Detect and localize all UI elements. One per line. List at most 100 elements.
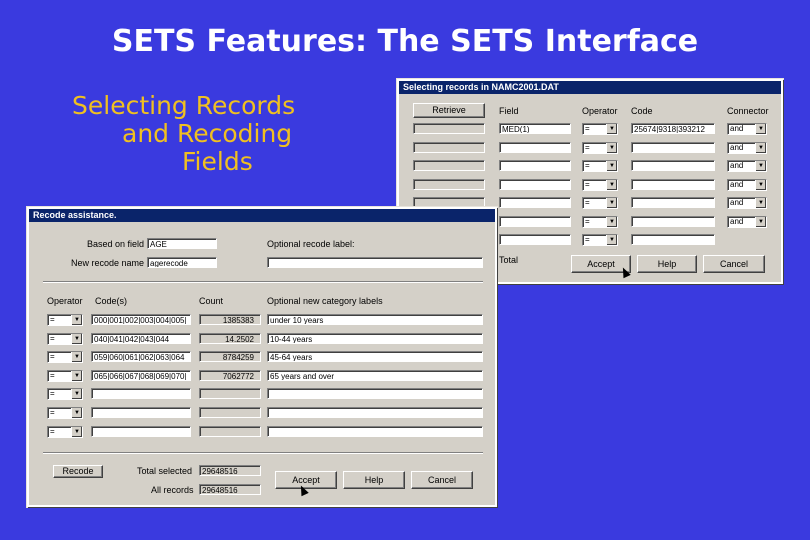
selection-operator-select[interactable]: = ▼ xyxy=(582,178,618,191)
slide-title: SETS Features: The SETS Interface xyxy=(111,24,699,59)
selection-connector-select[interactable]: and ▼ xyxy=(727,160,767,172)
chevron-down-icon[interactable]: ▼ xyxy=(71,352,82,363)
chevron-down-icon[interactable]: ▼ xyxy=(71,370,82,381)
recode-separator-top xyxy=(43,281,483,283)
recode-category-label-input[interactable]: 65 years and over xyxy=(267,369,483,381)
selection-row-label xyxy=(413,160,485,171)
code-header: Code xyxy=(631,106,653,116)
recode-operator-select[interactable]: = ▼ xyxy=(47,407,83,419)
selection-operator-select[interactable]: = ▼ xyxy=(582,197,618,209)
selection-field-input[interactable] xyxy=(499,178,571,190)
chevron-down-icon[interactable]: ▼ xyxy=(606,216,617,227)
selection-connector-select[interactable]: and ▼ xyxy=(727,123,767,135)
connector-value: and xyxy=(730,161,744,170)
optional-recode-label-field[interactable] xyxy=(267,257,483,268)
recode-codes-input[interactable]: 059|060|061|062|063|064 xyxy=(91,351,191,363)
connector-value: and xyxy=(730,198,744,207)
recode-operator-select[interactable]: = ▼ xyxy=(47,369,83,382)
recode-codes-input[interactable] xyxy=(91,388,191,400)
recode-cancel-button[interactable]: Cancel xyxy=(411,471,473,489)
selection-code-input[interactable] xyxy=(631,197,715,208)
operator-value: = xyxy=(50,315,55,324)
operator-value: = xyxy=(50,408,55,417)
retrieve-button[interactable]: Retrieve xyxy=(413,103,485,118)
recode-separator-bottom xyxy=(43,452,483,454)
selection-field-input[interactable] xyxy=(499,141,571,153)
chevron-down-icon[interactable]: ▼ xyxy=(71,426,82,437)
selection-field-input[interactable] xyxy=(499,160,571,171)
operator-value: = xyxy=(50,389,55,399)
selection-connector-select[interactable]: and ▼ xyxy=(727,215,767,228)
recode-count-field: 14.2502 xyxy=(199,332,261,344)
selection-code-input[interactable] xyxy=(631,234,715,245)
chevron-down-icon[interactable]: ▼ xyxy=(606,235,617,245)
chevron-down-icon[interactable]: ▼ xyxy=(606,161,617,171)
recode-codes-input[interactable]: 040|041|042|043|044 xyxy=(91,332,191,344)
selection-connector-select[interactable]: and ▼ xyxy=(727,197,767,209)
selection-field-input[interactable] xyxy=(499,215,571,227)
recode-operator-select[interactable]: = ▼ xyxy=(47,314,83,326)
selection-field-input[interactable]: MED(1) xyxy=(499,123,571,134)
chevron-down-icon[interactable]: ▼ xyxy=(606,198,617,208)
recode-operator-select[interactable]: = ▼ xyxy=(47,332,83,345)
recode-operator-select[interactable]: = ▼ xyxy=(47,388,83,401)
recode-assistance-window: Recode assistance. Based on field AGE Ne… xyxy=(27,207,497,507)
selection-operator-select[interactable]: = ▼ xyxy=(582,141,618,154)
selection-field-input[interactable] xyxy=(499,234,571,245)
chevron-down-icon[interactable]: ▼ xyxy=(606,124,617,134)
chevron-down-icon[interactable]: ▼ xyxy=(755,161,766,171)
count-header: Count xyxy=(199,296,224,306)
selection-code-input[interactable] xyxy=(631,178,715,190)
chevron-down-icon[interactable]: ▼ xyxy=(71,389,82,400)
selection-operator-select[interactable]: = ▼ xyxy=(582,160,618,172)
recode-codes-input[interactable]: 065|066|067|068|069|070| xyxy=(91,369,191,381)
chevron-down-icon[interactable]: ▼ xyxy=(71,408,82,418)
selection-operator-select[interactable]: = ▼ xyxy=(582,123,618,135)
recode-category-label-input[interactable] xyxy=(267,407,483,418)
operator-value: = xyxy=(585,161,590,170)
recode-category-label-input[interactable]: 10-44 years xyxy=(267,332,483,344)
total-selected-field: 29648516 xyxy=(199,465,261,476)
based-on-field[interactable]: AGE xyxy=(147,238,217,249)
chevron-down-icon[interactable]: ▼ xyxy=(755,198,766,208)
selection-operator-select[interactable]: = ▼ xyxy=(582,215,618,228)
recode-operator-select[interactable]: = ▼ xyxy=(47,425,83,438)
slide-subtitle: Selecting Records and Recoding Fields xyxy=(72,92,362,176)
operator-value: = xyxy=(585,235,590,244)
chevron-down-icon[interactable]: ▼ xyxy=(755,179,766,190)
recode-codes-input[interactable]: 000|001|002|003|004|005| xyxy=(91,314,191,325)
recode-count-field: 7062772 xyxy=(199,369,261,381)
selection-code-input[interactable] xyxy=(631,141,715,153)
chevron-down-icon[interactable]: ▼ xyxy=(606,142,617,153)
recode-category-label-input[interactable] xyxy=(267,425,483,437)
selecting-window-title: Selecting records in NAMC2001.DAT xyxy=(399,81,781,94)
new-recode-name-field[interactable]: agerecode xyxy=(147,257,217,268)
recode-codes-input[interactable] xyxy=(91,407,191,418)
selection-connector-select[interactable]: and ▼ xyxy=(727,141,767,154)
selection-code-input[interactable] xyxy=(631,160,715,171)
selection-connector-select[interactable]: and ▼ xyxy=(727,178,767,191)
recode-operator-select[interactable]: = ▼ xyxy=(47,351,83,364)
recode-category-label-input[interactable]: under 10 years xyxy=(267,314,483,325)
recode-help-button[interactable]: Help xyxy=(343,471,405,489)
selection-code-input[interactable]: 25674|9318|393212 xyxy=(631,123,715,134)
selection-code-input[interactable] xyxy=(631,215,715,227)
chevron-down-icon[interactable]: ▼ xyxy=(71,315,82,325)
recode-count-field: 1385383 xyxy=(199,314,261,325)
recode-category-label-input[interactable]: 45-64 years xyxy=(267,351,483,363)
selecting-help-button[interactable]: Help xyxy=(637,255,697,273)
operator-value: = xyxy=(585,142,590,152)
chevron-down-icon[interactable]: ▼ xyxy=(755,216,766,227)
operator-value: = xyxy=(585,124,590,133)
connector-value: and xyxy=(730,142,744,152)
chevron-down-icon[interactable]: ▼ xyxy=(755,124,766,134)
recode-button[interactable]: Recode xyxy=(53,465,103,478)
recode-codes-input[interactable] xyxy=(91,425,191,437)
recode-category-label-input[interactable] xyxy=(267,388,483,400)
selection-operator-select[interactable]: = ▼ xyxy=(582,234,618,246)
chevron-down-icon[interactable]: ▼ xyxy=(755,142,766,153)
selecting-cancel-button[interactable]: Cancel xyxy=(703,255,765,273)
chevron-down-icon[interactable]: ▼ xyxy=(71,333,82,344)
selection-field-input[interactable] xyxy=(499,197,571,208)
chevron-down-icon[interactable]: ▼ xyxy=(606,179,617,190)
